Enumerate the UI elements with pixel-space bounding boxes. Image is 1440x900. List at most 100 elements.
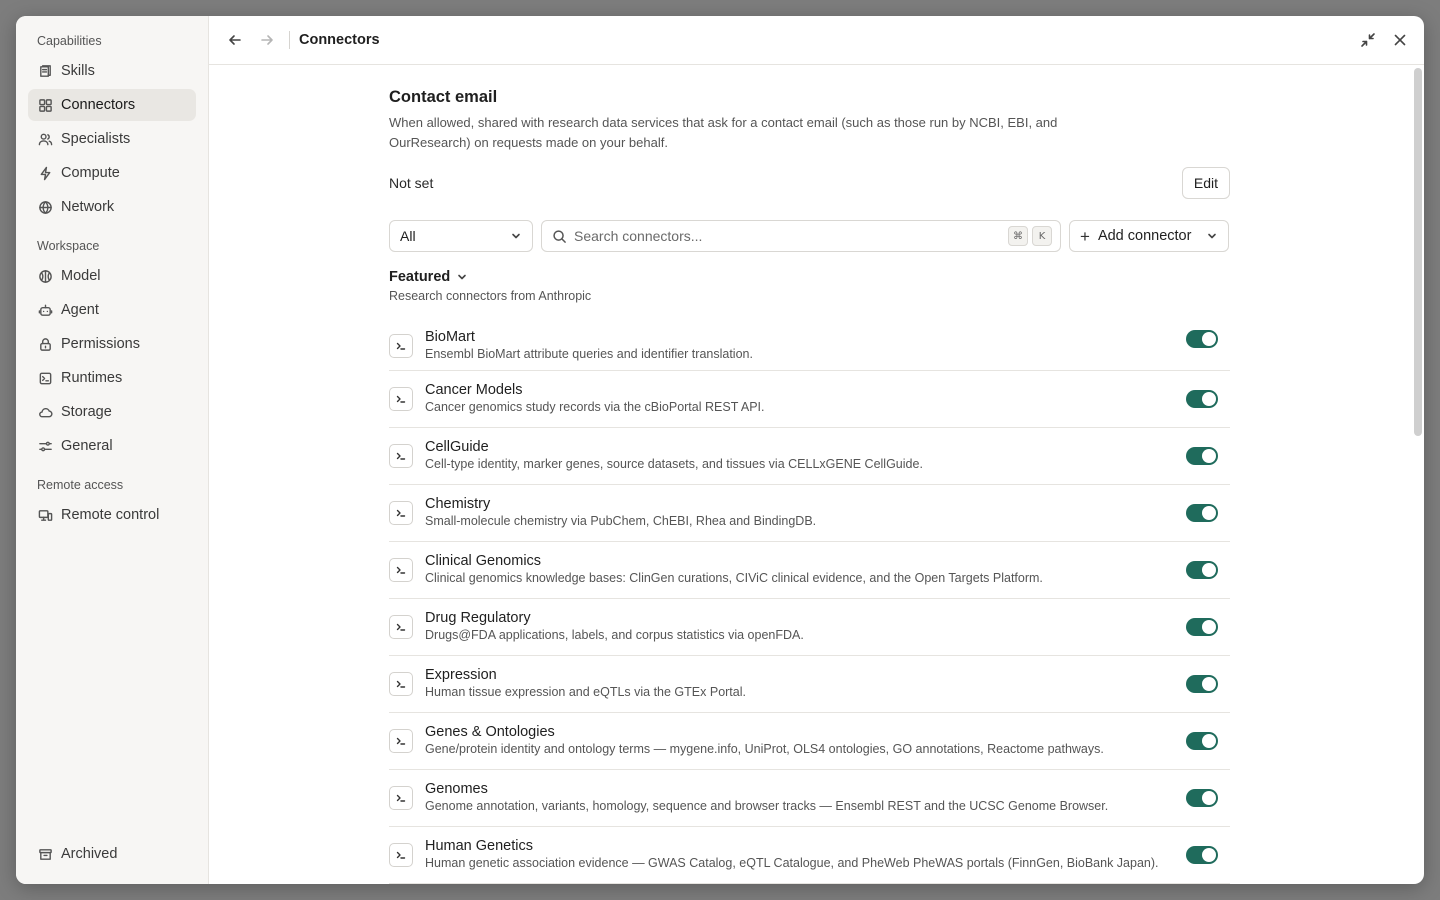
connector-row[interactable]: Drug Regulatory Drugs@FDA applications, l… (389, 599, 1230, 656)
connector-row[interactable]: Human Genetics Human genetic association … (389, 827, 1230, 884)
connector-toggle[interactable] (1186, 390, 1218, 408)
connector-row[interactable]: Clinical Genomics Clinical genomics knowl… (389, 542, 1230, 599)
page-title: Connectors (299, 32, 380, 48)
close-button[interactable] (1390, 30, 1410, 50)
agent-icon (37, 302, 53, 318)
close-icon (1394, 34, 1406, 46)
contact-email-value: Not set (389, 175, 434, 191)
connector-text: Drug Regulatory Drugs@FDA applications, l… (425, 610, 1230, 644)
connector-description: Ensembl BioMart attribute queries and id… (425, 346, 753, 361)
featured-toggle[interactable]: Featured (389, 269, 468, 285)
connector-toggle[interactable] (1186, 846, 1218, 864)
arrow-left-icon (229, 35, 241, 45)
connector-text: BioMart Ensembl BioMart attribute queries… (425, 329, 1230, 363)
sidebar-item-model[interactable]: Model (28, 260, 196, 292)
sidebar-item-label: Permissions (61, 336, 140, 352)
connector-name: Human Genetics (425, 838, 533, 854)
connector-text: Genomes Genome annotation, variants, homo… (425, 781, 1230, 815)
connector-toggle[interactable] (1186, 732, 1218, 750)
main-panel: Connectors Contact email When allowed, s… (209, 16, 1424, 884)
sidebar-item-remote-control[interactable]: Remote control (28, 499, 196, 531)
connector-text: Chemistry Small-molecule chemistry via Pu… (425, 496, 1230, 530)
sidebar-item-label: Connectors (61, 97, 136, 113)
featured-subtitle: Research connectors from Anthropic (389, 289, 592, 303)
back-button[interactable] (225, 30, 245, 50)
sidebar-item-specialists[interactable]: Specialists (28, 123, 196, 155)
sidebar-item-label: Archived (61, 846, 118, 862)
sidebar-sections: Capabilities Skills Connectors Specialists C… (16, 32, 208, 531)
connector-row[interactable]: CellGuide Cell-type identity, marker gene… (389, 428, 1230, 485)
sidebar-item-network[interactable]: Network (28, 191, 196, 223)
terminal-icon (389, 387, 413, 411)
forward-button[interactable] (257, 30, 277, 50)
sidebar-item-permissions[interactable]: Permissions (28, 328, 196, 360)
sidebar-item-compute[interactable]: Compute (28, 157, 196, 189)
sidebar-item-label: Model (61, 268, 101, 284)
divider (289, 31, 290, 49)
sidebar-item-archived[interactable]: Archived (28, 838, 196, 870)
sidebar-item-label: Network (61, 199, 115, 215)
collapse-icon (1361, 33, 1375, 47)
terminal-icon (389, 672, 413, 696)
connector-description: Small-molecule chemistry via PubChem, Ch… (425, 514, 817, 528)
connector-row[interactable]: Expression Human tissue expression and eQ… (389, 656, 1230, 713)
collapse-button[interactable] (1358, 30, 1378, 50)
shortcut-key-k: K (1032, 226, 1052, 246)
contact-email-description: When allowed, shared with research data … (389, 115, 1058, 150)
sidebar-item-label: Specialists (61, 131, 131, 147)
filter-bar: All ⌘ K + Add connector (389, 220, 1230, 252)
connector-row[interactable]: Cancer Models Cancer genomics study recor… (389, 371, 1230, 428)
sidebar-section-header: Capabilities (37, 34, 102, 48)
connector-row[interactable]: BioMart Ensembl BioMart attribute queries… (389, 321, 1230, 371)
connector-toggle[interactable] (1186, 561, 1218, 579)
category-select[interactable]: All (389, 220, 533, 252)
sidebar-item-skills[interactable]: Skills (28, 55, 196, 87)
search-input[interactable] (574, 228, 1004, 244)
connector-toggle[interactable] (1186, 504, 1218, 522)
storage-icon (37, 404, 53, 420)
permissions-icon (37, 336, 53, 352)
connector-description: Genome annotation, variants, homology, s… (425, 799, 1109, 813)
sidebar-item-runtimes[interactable]: Runtimes (28, 362, 196, 394)
connector-name: CellGuide (425, 439, 489, 455)
sidebar-item-agent[interactable]: Agent (28, 294, 196, 326)
window-controls (1358, 30, 1410, 50)
terminal-icon (389, 558, 413, 582)
add-connector-label: Add connector (1097, 228, 1192, 244)
scrollbar[interactable] (1414, 68, 1422, 436)
connector-toggle[interactable] (1186, 447, 1218, 465)
featured-title: Featured (389, 269, 451, 285)
sidebar-item-general[interactable]: General (28, 430, 196, 462)
connector-toggle[interactable] (1186, 789, 1218, 807)
search-box: ⌘ K (541, 220, 1061, 252)
edit-email-button[interactable]: Edit (1181, 167, 1230, 199)
chevron-down-icon (512, 233, 520, 239)
terminal-icon (389, 444, 413, 468)
runtimes-icon (37, 370, 53, 386)
search-icon (553, 229, 566, 243)
sidebar-item-connectors[interactable]: Connectors (28, 89, 196, 121)
terminal-icon (389, 501, 413, 525)
specialists-icon (37, 131, 53, 147)
terminal-icon (389, 843, 413, 867)
terminal-icon (389, 333, 413, 358)
connector-toggle[interactable] (1186, 675, 1218, 693)
connector-toggle[interactable] (1186, 329, 1218, 348)
connector-description: Drugs@FDA applications, labels, and corp… (425, 628, 804, 642)
connector-row[interactable]: Genomes Genome annotation, variants, homo… (389, 770, 1230, 827)
settings-window: Capabilities Skills Connectors Specialists C… (16, 16, 1424, 884)
connector-row[interactable]: Genes & Ontologies Gene/protein identity … (389, 713, 1230, 770)
sidebar-bottom: Archived (16, 838, 208, 872)
connector-toggle[interactable] (1186, 618, 1218, 636)
connector-row[interactable]: Chemistry Small-molecule chemistry via Pu… (389, 485, 1230, 542)
connector-name: Cancer Models (425, 382, 523, 398)
connector-name: Clinical Genomics (425, 553, 542, 569)
connectors-icon (37, 97, 53, 113)
sidebar-item-storage[interactable]: Storage (28, 396, 196, 428)
terminal-icon (389, 615, 413, 639)
chevron-down-icon (1208, 233, 1216, 239)
model-icon (37, 268, 53, 284)
add-connector-button[interactable]: + Add connector (1069, 220, 1229, 252)
plus-icon: + (1080, 226, 1090, 246)
